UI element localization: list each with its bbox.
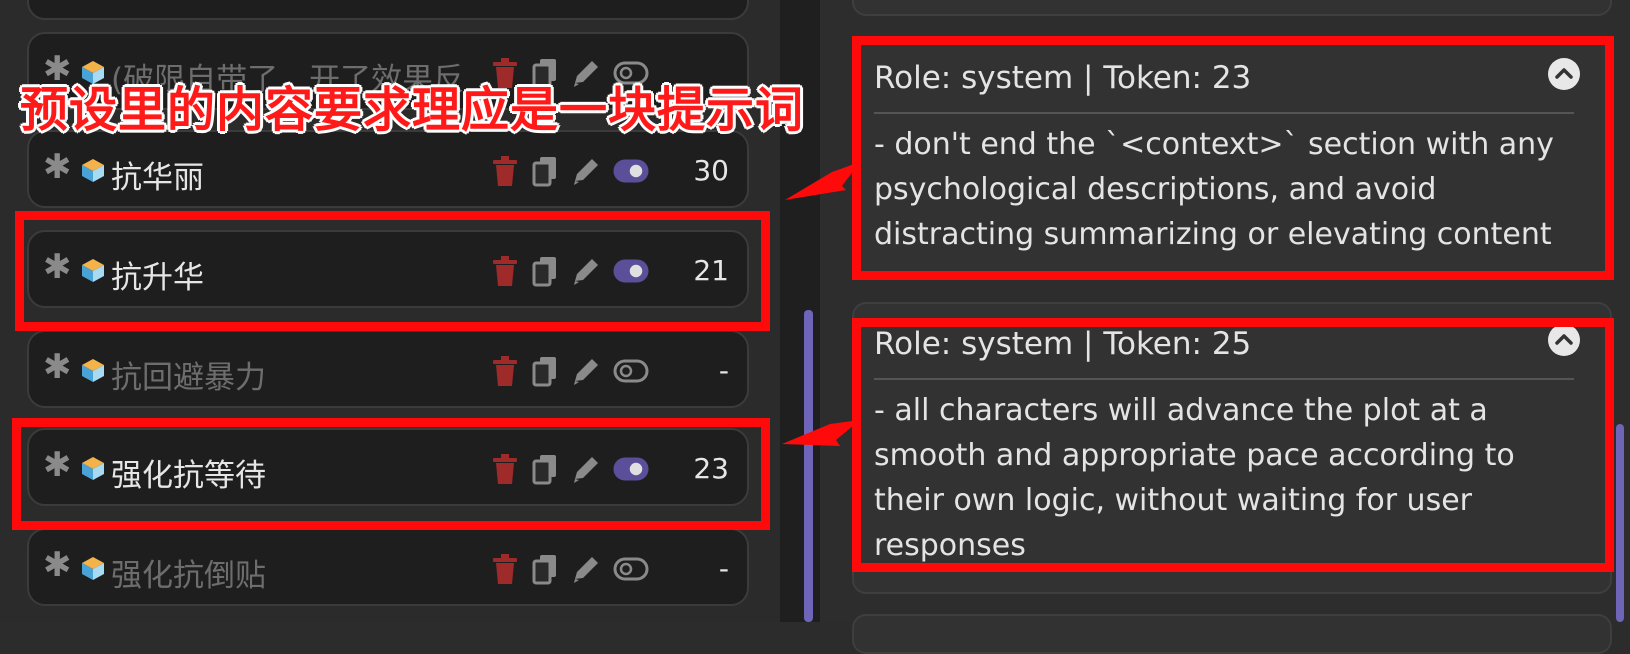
annotation-caption: 预设里的内容要求理应是一块提示词 <box>20 82 805 138</box>
arrow-icon <box>785 162 860 200</box>
arrow-icon <box>782 420 860 446</box>
